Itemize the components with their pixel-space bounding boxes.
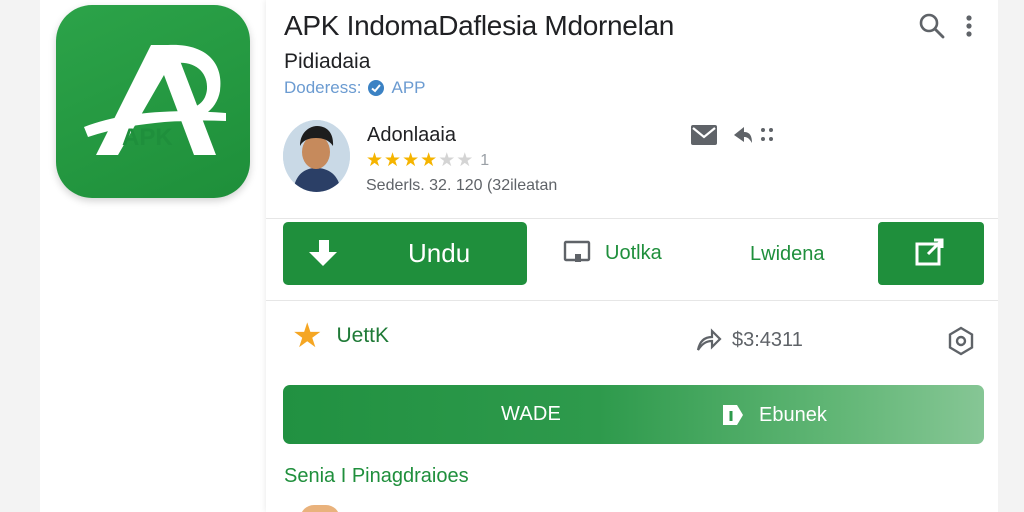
svg-text:APK: APK — [122, 124, 173, 151]
divider — [266, 218, 998, 219]
star-icon: ★ — [402, 150, 420, 171]
share-icon[interactable] — [732, 124, 754, 146]
search-icon[interactable] — [918, 12, 946, 40]
app-subtitle: Pidiadaia — [284, 50, 371, 73]
rate-row[interactable]: ★ UettK — [292, 317, 390, 355]
star-icon: ★ — [420, 150, 438, 171]
developer-badge: APP — [391, 78, 426, 97]
download-icon — [309, 240, 337, 266]
dots-grid-icon — [761, 128, 773, 141]
install-bar-right-label: Ebunek — [759, 403, 827, 426]
rating-stars: ★ ★ ★ ★ ★ ★ 1 — [366, 151, 489, 171]
author-name: Adonlaaia — [367, 124, 456, 146]
rating-count: 1 — [480, 152, 490, 169]
screen-icon — [563, 240, 591, 262]
settings-icon[interactable] — [946, 326, 976, 356]
star-icon: ★ — [366, 150, 384, 171]
download-button[interactable]: Undu — [283, 222, 527, 285]
developer-row[interactable]: Doderess: APP — [284, 78, 426, 98]
share-button[interactable] — [878, 222, 984, 285]
price-value: $3:4311 — [732, 328, 803, 351]
author-avatar[interactable] — [283, 120, 350, 192]
update-tab[interactable]: Uotlka — [563, 240, 662, 266]
divider — [266, 300, 998, 301]
developer-label: Doderess: — [284, 78, 362, 97]
share-options[interactable] — [732, 124, 774, 146]
app-title: APK IndomaDaflesia Mdornelan — [284, 10, 675, 41]
top-toolbar — [918, 12, 974, 40]
star-icon: ★ — [384, 150, 402, 171]
second-tab[interactable]: Lwidena — [750, 243, 825, 266]
apk-logo-icon: APK — [84, 44, 226, 155]
avatar-photo — [283, 120, 350, 192]
install-bar-right: Ebunek — [719, 401, 827, 429]
more-vert-icon[interactable] — [964, 13, 974, 39]
rate-label: UettK — [336, 324, 390, 347]
section-title: Senia I Pinagdraioes — [284, 465, 469, 487]
star-icon: ★ — [292, 317, 323, 355]
download-label: Undu — [408, 238, 471, 268]
flag-icon — [723, 405, 743, 425]
install-bar-left-label: WADE — [501, 403, 562, 425]
author-meta: Sederls. 32. 120 (32ileatan — [366, 177, 558, 194]
star-icon: ★ — [438, 150, 456, 171]
install-bar[interactable]: WADE Ebunek — [283, 385, 984, 444]
app-icon: APK — [56, 5, 250, 198]
mail-icon[interactable] — [690, 124, 718, 146]
update-label: Uotlka — [605, 241, 662, 264]
share-arrow-icon — [696, 328, 722, 351]
verified-icon — [368, 80, 385, 96]
share-screen-icon — [915, 238, 944, 266]
star-icon: ★ — [456, 150, 474, 171]
price-row: $3:4311 — [696, 328, 803, 352]
